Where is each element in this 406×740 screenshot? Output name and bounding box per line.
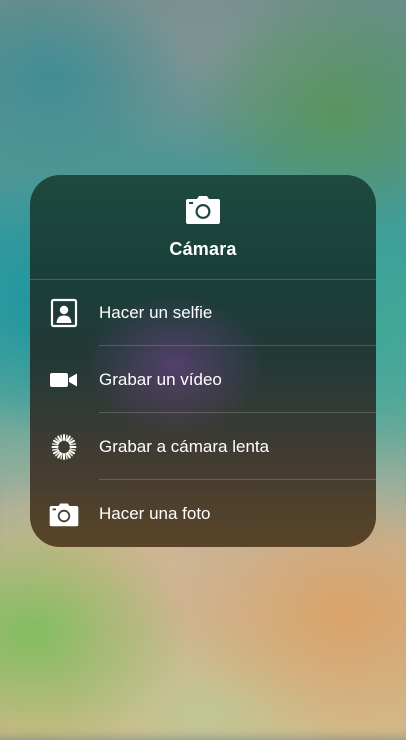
selfie-portrait-icon	[50, 298, 78, 328]
menu-title: Cámara	[169, 239, 237, 259]
slow-motion-action-label: Grabar a cámara lenta	[99, 437, 270, 456]
camera-icon	[49, 503, 79, 527]
take-photo-action-label: Hacer una foto	[99, 504, 211, 523]
record-video-action-label: Grabar un vídeo	[99, 370, 222, 389]
selfie-action-label: Hacer un selfie	[99, 303, 213, 322]
camera-icon	[186, 196, 220, 224]
menu-header: Cámara	[30, 175, 376, 280]
slow-motion-icon	[51, 434, 77, 460]
video-camera-icon	[50, 373, 77, 387]
camera-quick-actions-menu: Cámara Hacer un selfie Grabar un vídeo G…	[30, 175, 376, 547]
selfie-action[interactable]: Hacer un selfie	[30, 279, 376, 346]
take-photo-action[interactable]: Hacer una foto	[30, 480, 376, 547]
record-video-action[interactable]: Grabar un vídeo	[30, 346, 376, 413]
slow-motion-action[interactable]: Grabar a cámara lenta	[30, 413, 376, 480]
